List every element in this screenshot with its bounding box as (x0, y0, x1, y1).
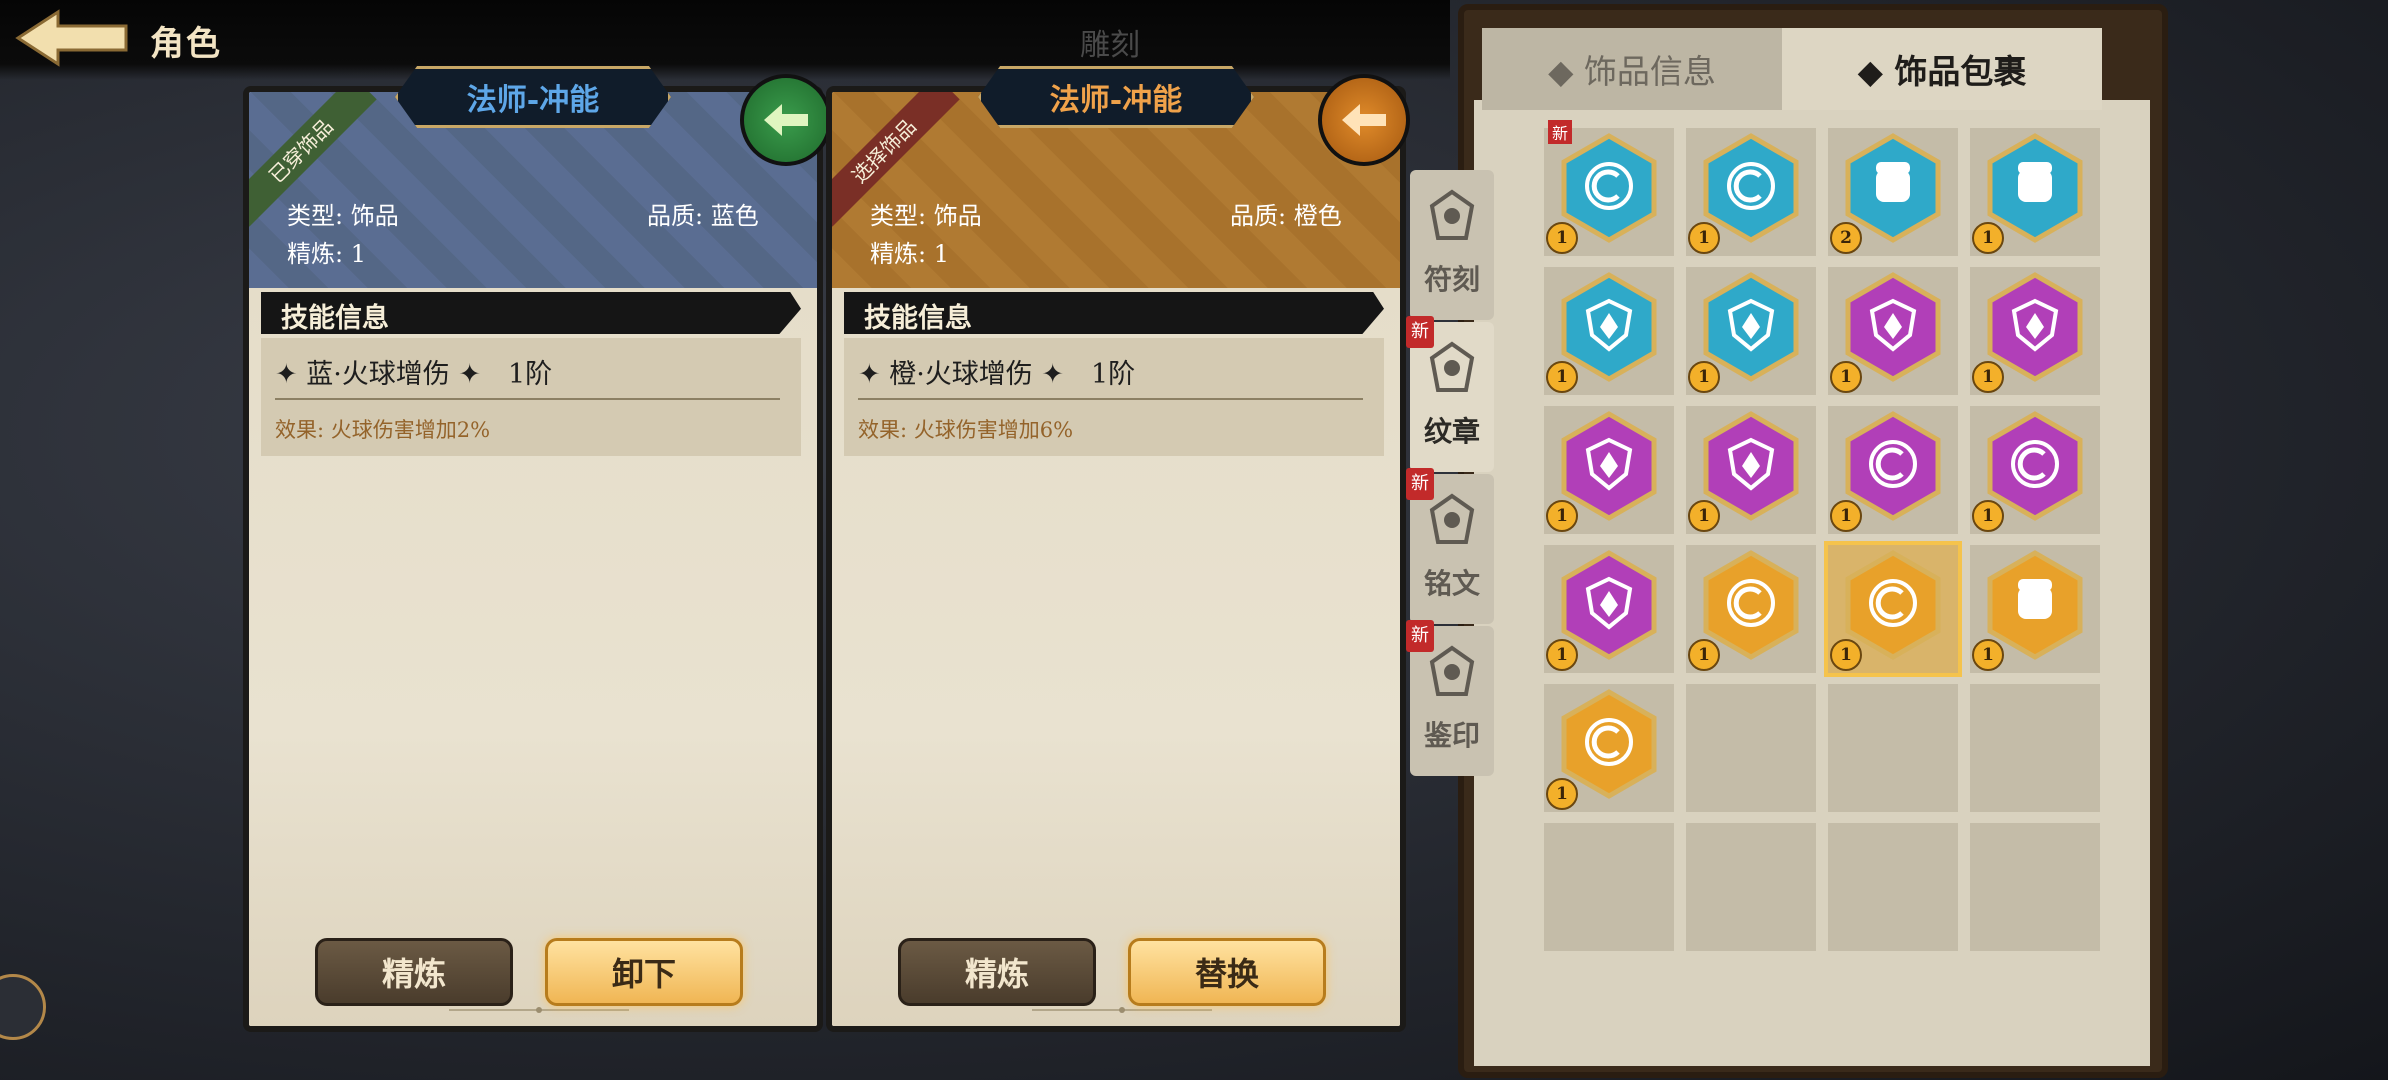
item-level: 1 (1972, 222, 2004, 254)
inventory-slot-purple[interactable]: 1 (1544, 545, 1674, 673)
background-tab-label: 雕刻 (1080, 28, 1140, 63)
skill-name: ✦ 橙·火球增伤 ✦ 1阶 (858, 359, 1136, 390)
equip-arrow-icon[interactable] (1318, 74, 1410, 166)
inventory-slot-blue[interactable]: 1 (1686, 128, 1816, 256)
inventory-slot-orange[interactable]: 1 (1686, 545, 1816, 673)
selected-item-card: 选择饰品 类型: 饰品 品质: 橙色 精炼: 1 技能信息 ✦ 橙·火球增伤 ✦… (826, 86, 1406, 1032)
refine-button[interactable]: 精炼 (315, 938, 513, 1006)
side-tab-0[interactable]: 符刻 (1410, 170, 1494, 320)
item-quality: 品质: 蓝色 (647, 202, 759, 230)
side-tab-label: 纹章 (1423, 415, 1480, 448)
inventory-slot-orange[interactable]: 1 (1970, 545, 2100, 673)
floating-menu-icon[interactable] (0, 974, 46, 1040)
item-name-banner: 法师-冲能 (978, 66, 1254, 128)
item-level: 1 (1972, 639, 2004, 671)
inventory-slot-blue[interactable]: 1 (1970, 128, 2100, 256)
side-tab-1[interactable]: 纹章 新 (1406, 316, 1494, 472)
empty-slot (1828, 684, 1958, 812)
item-level: 1 (1972, 361, 2004, 393)
new-badge: 新 (1406, 316, 1434, 348)
side-tab-label: 鉴印 (1423, 719, 1480, 752)
item-level: 1 (1688, 639, 1720, 671)
inventory-slot-purple[interactable]: 1 (1828, 267, 1958, 395)
section-title: 技能信息 (281, 303, 389, 334)
item-level: 1 (1830, 639, 1862, 671)
skill-info-box: ✦ 蓝·火球增伤 ✦ 1阶 效果: 火球伤害增加2% (261, 338, 801, 456)
item-level: 2 (1830, 222, 1862, 254)
tab-item-bag[interactable]: ◆ 饰品包裹 (1782, 28, 2102, 110)
seal-icon (1429, 645, 1475, 696)
new-badge: 新 (1548, 120, 1573, 144)
tab-item-info[interactable]: ◆ 饰品信息 (1482, 28, 1782, 110)
unequip-arrow-icon[interactable] (740, 74, 832, 166)
skill-section-header: 技能信息 (261, 292, 801, 334)
inventory-slot-blue[interactable]: 2 (1828, 128, 1958, 256)
item-level: 1 (1546, 361, 1578, 393)
empty-slot (1686, 684, 1816, 812)
skill-name: ✦ 蓝·火球增伤 ✦ 1阶 (275, 359, 553, 390)
ornament-divider (449, 1007, 629, 1013)
item-level: 1 (1688, 500, 1720, 532)
item-refine: 精炼: 1 (870, 240, 949, 268)
item-level: 1 (1546, 222, 1578, 254)
emblem-icon (1429, 341, 1475, 392)
inventory-slot-blue[interactable]: 1 (1544, 267, 1674, 395)
empty-slot (1686, 823, 1816, 951)
item-level: 1 (1546, 500, 1578, 532)
item-level: 1 (1546, 639, 1578, 671)
new-badge: 新 (1406, 468, 1434, 500)
item-refine: 精炼: 1 (287, 240, 366, 268)
skill-info-box: ✦ 橙·火球增伤 ✦ 1阶 效果: 火球伤害增加6% (844, 338, 1384, 456)
inventory-slot-blue[interactable]: 1新 (1544, 120, 1674, 256)
item-level: 1 (1830, 361, 1862, 393)
inventory-slot-purple[interactable]: 1 (1686, 406, 1816, 534)
skill-effect: 效果: 火球伤害增加6% (858, 418, 1074, 442)
ornament-divider (1032, 1007, 1212, 1013)
item-level: 1 (1830, 500, 1862, 532)
side-tab-3[interactable]: 鉴印 新 (1406, 620, 1494, 776)
new-badge: 新 (1406, 620, 1434, 652)
item-type: 类型: 饰品 (870, 202, 982, 230)
inventory-slot-orange[interactable]: 1 (1824, 541, 1962, 677)
empty-slot (1544, 823, 1674, 951)
item-type: 类型: 饰品 (287, 202, 399, 230)
empty-slot (1970, 823, 2100, 951)
refine-button[interactable]: 精炼 (898, 938, 1096, 1006)
inventory-slot-orange[interactable]: 1 (1544, 684, 1674, 812)
unequip-button[interactable]: 卸下 (545, 938, 743, 1006)
item-quality: 品质: 橙色 (1230, 202, 1342, 230)
back-arrow-icon[interactable] (14, 6, 134, 70)
item-name-banner: 法师-冲能 (395, 66, 671, 128)
inventory-slot-purple[interactable]: 1 (1544, 406, 1674, 534)
page-title: 角色 (150, 24, 222, 64)
inventory-slot-purple[interactable]: 1 (1828, 406, 1958, 534)
skill-effect: 效果: 火球伤害增加2% (275, 418, 491, 442)
item-level: 1 (1546, 778, 1578, 810)
side-tab-label: 铭文 (1423, 567, 1480, 600)
empty-slot (1828, 823, 1958, 951)
side-tab-label: 符刻 (1423, 263, 1480, 296)
item-level: 1 (1972, 500, 2004, 532)
section-title: 技能信息 (864, 303, 972, 334)
replace-button[interactable]: 替换 (1128, 938, 1326, 1006)
empty-slot (1970, 684, 2100, 812)
rune-icon (1429, 189, 1475, 240)
skill-section-header: 技能信息 (844, 292, 1384, 334)
inventory-slot-blue[interactable]: 1 (1686, 267, 1816, 395)
inventory-slot-purple[interactable]: 1 (1970, 267, 2100, 395)
side-tab-2[interactable]: 铭文 新 (1406, 468, 1494, 624)
item-level: 1 (1688, 361, 1720, 393)
divider (275, 398, 780, 400)
inscription-icon (1429, 493, 1475, 544)
inventory-slot-purple[interactable]: 1 (1970, 406, 2100, 534)
item-level: 1 (1688, 222, 1720, 254)
divider (858, 398, 1363, 400)
equipped-item-card: 已穿饰品 类型: 饰品 品质: 蓝色 精炼: 1 技能信息 ✦ 蓝·火球增伤 ✦… (243, 86, 823, 1032)
